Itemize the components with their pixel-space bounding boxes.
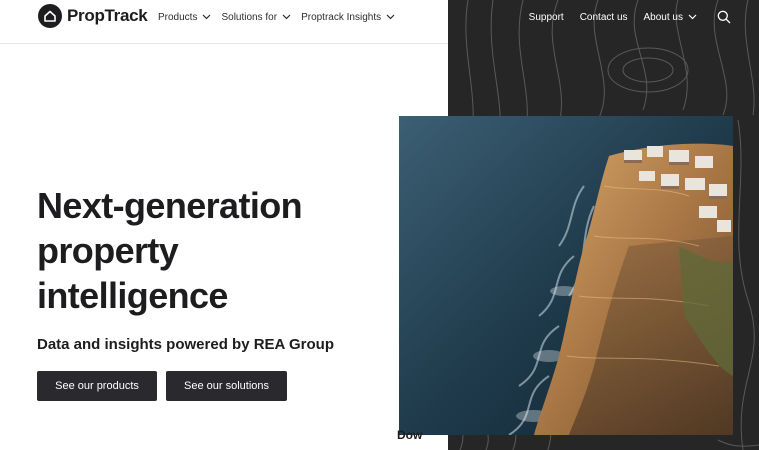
- nav-proptrack-insights[interactable]: Proptrack Insights: [301, 12, 395, 23]
- nav-contact-us[interactable]: Contact us: [580, 12, 628, 23]
- site-header: PropTrack Products Solutions for Proptra…: [0, 0, 759, 44]
- nav-insights-label: Proptrack Insights: [301, 11, 382, 23]
- chevron-down-icon: [386, 14, 395, 20]
- search-icon[interactable]: [717, 10, 731, 24]
- nav-solutions-label: Solutions for: [221, 11, 278, 23]
- house-logo-icon: [38, 4, 62, 28]
- main-nav: Products Solutions for Proptrack Insight…: [158, 0, 395, 34]
- see-our-products-button[interactable]: See our products: [37, 371, 157, 401]
- nav-about-label: About us: [643, 11, 683, 23]
- chevron-down-icon: [203, 14, 211, 20]
- chevron-down-icon: [688, 14, 697, 20]
- nav-support[interactable]: Support: [529, 12, 564, 23]
- headline-line-2: property: [37, 230, 179, 271]
- hero-subheading: Data and insights powered by REA Group: [37, 336, 334, 353]
- hero-headline: Next-generation property intelligence: [37, 183, 377, 318]
- logo-text: PropTrack: [67, 6, 148, 25]
- partial-heading-text: Dow: [397, 428, 423, 442]
- nav-products-label: Products: [158, 11, 198, 23]
- nav-about-us[interactable]: About us: [644, 12, 697, 23]
- see-our-solutions-button[interactable]: See our solutions: [166, 371, 287, 401]
- headline-line-1: Next-generation: [37, 185, 303, 226]
- chevron-down-icon: [282, 14, 291, 20]
- header-left: PropTrack Products Solutions for Proptra…: [0, 0, 448, 44]
- header-right: Support Contact us About us: [448, 0, 759, 34]
- proptrack-logo[interactable]: PropTrack: [38, 4, 148, 28]
- nav-products[interactable]: Products: [158, 12, 211, 23]
- nav-solutions-for[interactable]: Solutions for: [221, 12, 291, 23]
- headline-line-3: intelligence: [37, 275, 228, 316]
- hero-coastline-photo: [399, 116, 733, 435]
